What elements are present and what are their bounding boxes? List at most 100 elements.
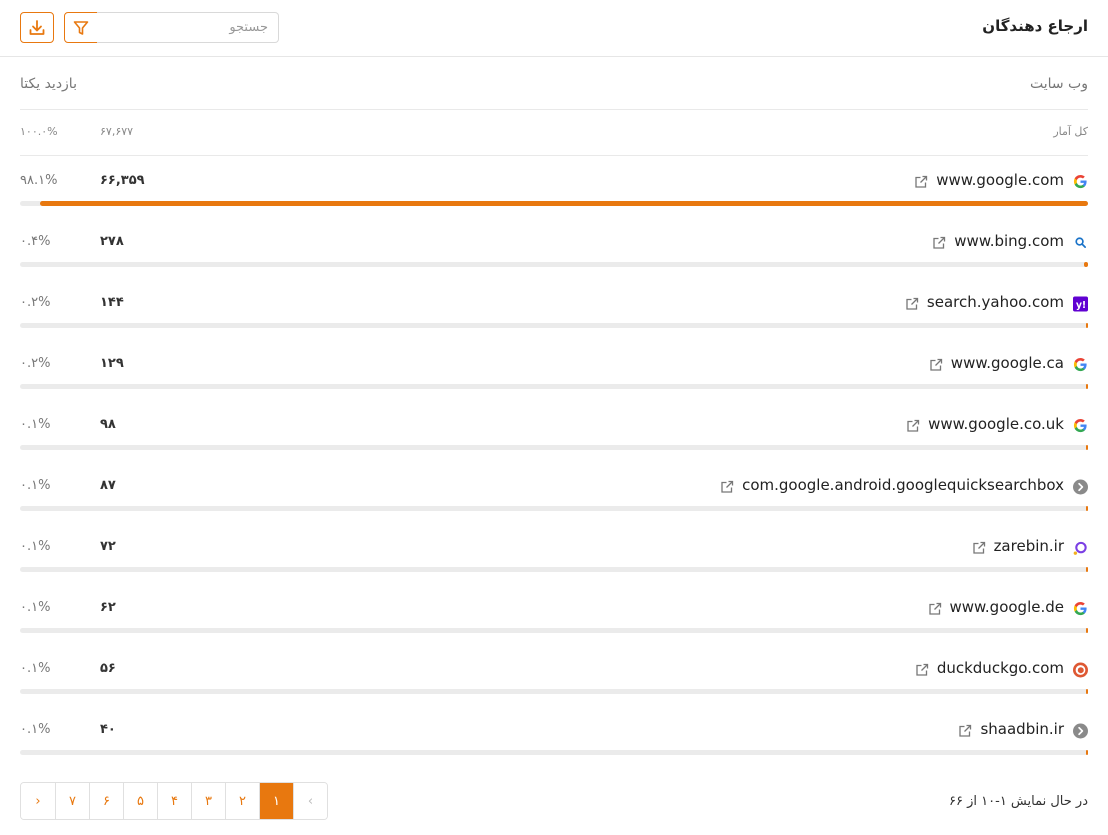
external-link-icon[interactable] (915, 662, 929, 676)
table-row[interactable]: ۰.۱% ۵۶ duckduckgo.com (20, 645, 1088, 706)
external-link-icon[interactable] (905, 296, 919, 310)
share-bar-fill (1085, 323, 1088, 328)
download-icon (29, 19, 45, 35)
card-header: ارجاع دهندگان (0, 0, 1108, 57)
row-site-name: www.google.de (949, 598, 1064, 616)
row-percent: ۰.۲% (20, 295, 51, 310)
share-bar-fill (1086, 628, 1088, 633)
row-visits: ۲۷۸ (100, 234, 124, 249)
google-icon (1073, 418, 1088, 433)
share-bar-fill (1086, 567, 1088, 572)
table-row[interactable]: ۰.۱% ۸۷ com.google.android.googlequicksear… (20, 462, 1088, 523)
pagination: › ۷ ۶ ۵ ۴ ۳ ۲ ۱ ‹ (20, 782, 328, 820)
total-percent: ۱۰۰.۰% (20, 125, 58, 138)
row-percent: ۰.۱% (20, 661, 51, 676)
bing-icon (1073, 235, 1088, 250)
table-row[interactable]: ۰.۴% ۲۷۸ www.bing.com (20, 218, 1088, 279)
share-bar (20, 567, 1088, 572)
row-percent: ۰.۱% (20, 600, 51, 615)
row-visits: ۵۶ (100, 661, 116, 676)
row-percent: ۰.۱% (20, 722, 51, 737)
external-link-icon[interactable] (929, 357, 943, 371)
external-link-icon[interactable] (958, 723, 972, 737)
share-bar (20, 628, 1088, 633)
page-button-4[interactable]: ۴ (157, 783, 191, 819)
share-bar (20, 445, 1088, 450)
yahoo-icon: y! (1073, 296, 1088, 311)
row-visits: ۴۰ (100, 722, 116, 737)
row-percent: ۹۸.۱% (20, 173, 58, 188)
row-visits: ۶۲ (100, 600, 116, 615)
share-bar-fill (1086, 689, 1088, 694)
filter-button[interactable] (64, 12, 98, 43)
table-row[interactable]: ۰.۲% ۱۲۹ www.google.ca (20, 340, 1088, 401)
external-link-icon[interactable] (928, 601, 942, 615)
share-bar (20, 689, 1088, 694)
row-site-name: www.google.co.uk (928, 415, 1064, 433)
table-row[interactable]: ۰.۱% ۶۲ www.google.de (20, 584, 1088, 645)
duckduckgo-icon (1073, 662, 1088, 677)
download-button[interactable] (20, 12, 54, 43)
google-icon (1073, 601, 1088, 616)
next-page-button[interactable]: › (21, 783, 55, 819)
total-value: ۶۷,۶۷۷ (100, 125, 134, 138)
zarebin-icon (1073, 540, 1088, 555)
share-bar-fill (1086, 506, 1088, 511)
filter-icon (73, 20, 89, 35)
row-site-name: www.google.ca (950, 354, 1064, 372)
external-link-icon[interactable] (972, 540, 986, 554)
external-link-icon[interactable] (720, 479, 734, 493)
row-visits: ۷۲ (100, 539, 116, 554)
share-bar (20, 262, 1088, 267)
page-button-2[interactable]: ۲ (225, 783, 259, 819)
external-link-icon[interactable] (906, 418, 920, 432)
row-visits: ۱۲۹ (100, 356, 124, 371)
row-visits: ۸۷ (100, 478, 116, 493)
svg-text:y!: y! (1076, 299, 1086, 310)
row-percent: ۰.۱% (20, 539, 51, 554)
table-row[interactable]: ۰.۲% ۱۴۴ y! search.yahoo.com (20, 279, 1088, 340)
row-site-name: www.bing.com (954, 232, 1064, 250)
total-label: کل آمار (1053, 125, 1088, 138)
google-icon (1073, 357, 1088, 372)
page-button-1[interactable]: ۱ (259, 783, 293, 819)
row-percent: ۰.۱% (20, 417, 51, 432)
row-visits: ۹۸ (100, 417, 116, 432)
row-site-name: duckduckgo.com (936, 659, 1064, 677)
table-row[interactable]: ۰.۱% ۴۰ shaadbin.ir (20, 706, 1088, 767)
share-bar (20, 201, 1088, 206)
row-site-name: shaadbin.ir (980, 720, 1064, 738)
page-button-7[interactable]: ۷ (55, 783, 89, 819)
generic-site-icon (1073, 723, 1088, 738)
divider (20, 109, 1088, 110)
row-site-name: www.google.com (936, 171, 1064, 189)
share-bar (20, 384, 1088, 389)
pagination-status: در حال نمایش ۱-۱۰ از ۶۶ (949, 794, 1088, 809)
share-bar-fill (1086, 445, 1088, 450)
row-site-name: com.google.android.googlequicksearchbox (742, 476, 1064, 494)
share-bar (20, 323, 1088, 328)
page-button-6[interactable]: ۶ (89, 783, 123, 819)
share-bar-fill (40, 201, 1088, 206)
table-row[interactable]: ۰.۱% ۹۸ www.google.co.uk (20, 401, 1088, 462)
row-visits: ۶۶,۳۵۹ (100, 173, 145, 188)
column-header-site[interactable]: وب سایت (1030, 76, 1088, 92)
row-percent: ۰.۱% (20, 478, 51, 493)
search-input[interactable] (97, 12, 279, 43)
column-header-visits[interactable]: بازدید یکتا (20, 76, 77, 92)
prev-page-button[interactable]: ‹ (293, 783, 327, 819)
page-title: ارجاع دهندگان (982, 17, 1088, 35)
table-row[interactable]: ۰.۱% ۷۲ zarebin.ir (20, 523, 1088, 584)
external-link-icon[interactable] (914, 174, 928, 188)
share-bar-fill (1086, 750, 1088, 755)
row-visits: ۱۴۴ (100, 295, 124, 310)
share-bar-fill (1085, 384, 1088, 389)
divider (20, 155, 1088, 156)
page-button-5[interactable]: ۵ (123, 783, 157, 819)
row-percent: ۰.۲% (20, 356, 51, 371)
page-button-3[interactable]: ۳ (191, 783, 225, 819)
row-percent: ۰.۴% (20, 234, 51, 249)
external-link-icon[interactable] (932, 235, 946, 249)
table-row[interactable]: ۹۸.۱% ۶۶,۳۵۹ www.google.com (20, 157, 1088, 218)
row-site-name: zarebin.ir (993, 537, 1064, 555)
